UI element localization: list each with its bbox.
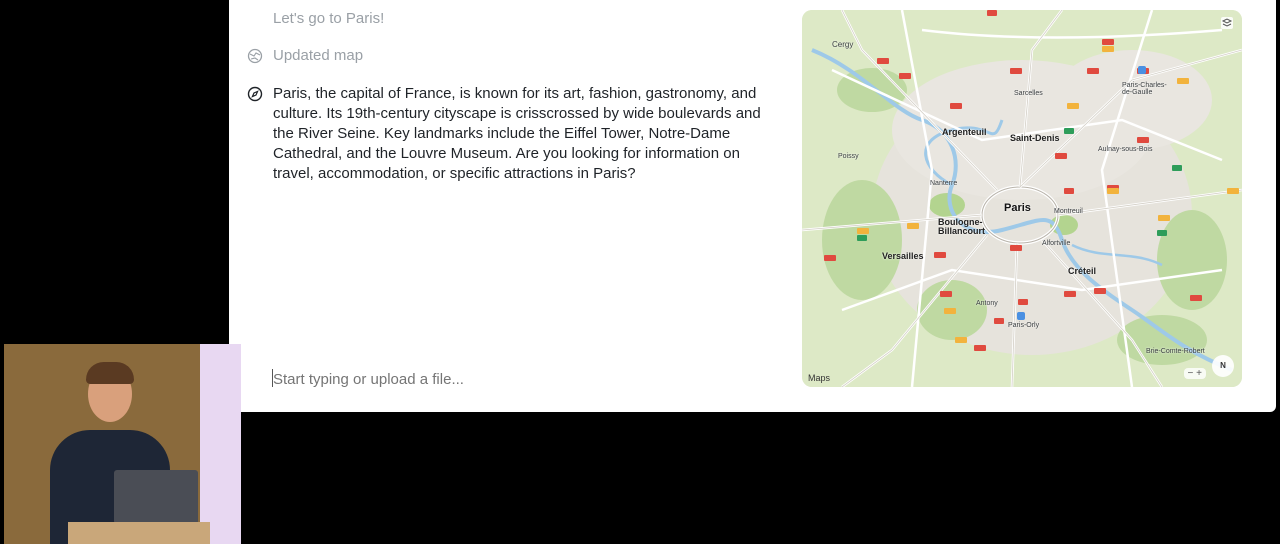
maps-brand-logo: Maps <box>808 373 831 383</box>
presenter-video <box>4 344 241 544</box>
map-label-nanterre: Nanterre <box>930 180 958 187</box>
map-canvas[interactable] <box>802 10 1242 387</box>
map-label-paris: Paris <box>1004 202 1031 214</box>
map-view[interactable]: Cergy Argenteuil Saint-Denis Sarcelles A… <box>802 10 1242 387</box>
map-label-orly: Paris-Orly <box>1008 322 1040 329</box>
tool-status-label: Updated map <box>273 47 364 64</box>
map-label-sarcelles: Sarcelles <box>1014 90 1043 97</box>
map-label-montreuil: Montreuil <box>1054 208 1083 215</box>
map-label-saint-denis: Saint-Denis <box>1010 133 1060 143</box>
podium <box>68 522 210 544</box>
map-label-antony: Antony <box>976 300 998 307</box>
map-label-versailles: Versailles <box>882 251 924 261</box>
assistant-message: Paris, the capital of France, is known f… <box>247 84 767 184</box>
map-label-argenteuil: Argenteuil <box>942 127 987 137</box>
map-compass[interactable]: N <box>1212 355 1234 377</box>
message-input[interactable] <box>247 366 793 392</box>
map-label-cergy: Cergy <box>832 40 854 49</box>
user-message: Let's go to Paris! <box>273 10 385 27</box>
presenter-side-panel <box>200 344 241 544</box>
map-icon <box>247 48 263 63</box>
tool-status: Updated map <box>247 47 363 64</box>
presenter-hair <box>86 362 134 384</box>
map-label-poissy: Poissy <box>838 153 859 160</box>
map-zoom-controls[interactable]: − + <box>1183 368 1206 379</box>
conversation: Let's go to Paris! Updated map Paris, th… <box>247 0 767 412</box>
map-label-boulogne: Boulogne-Billancourt <box>938 217 986 236</box>
map-label-aulnay: Aulnay-sous-Bois <box>1098 146 1153 153</box>
laptop-icon <box>114 470 198 524</box>
map-label-cdg: Paris-Charles-de-Gaulle <box>1122 82 1167 96</box>
map-label-creteil: Créteil <box>1068 266 1097 276</box>
map-label-brie: Brie-Comte-Robert <box>1146 348 1205 355</box>
assistant-text: Paris, the capital of France, is known f… <box>273 85 761 182</box>
map-label-alfortville: Alfortville <box>1042 240 1071 247</box>
compass-icon <box>247 86 263 102</box>
chat-window: Let's go to Paris! Updated map Paris, th… <box>229 0 1276 412</box>
map-layers-icon[interactable] <box>1220 16 1234 30</box>
